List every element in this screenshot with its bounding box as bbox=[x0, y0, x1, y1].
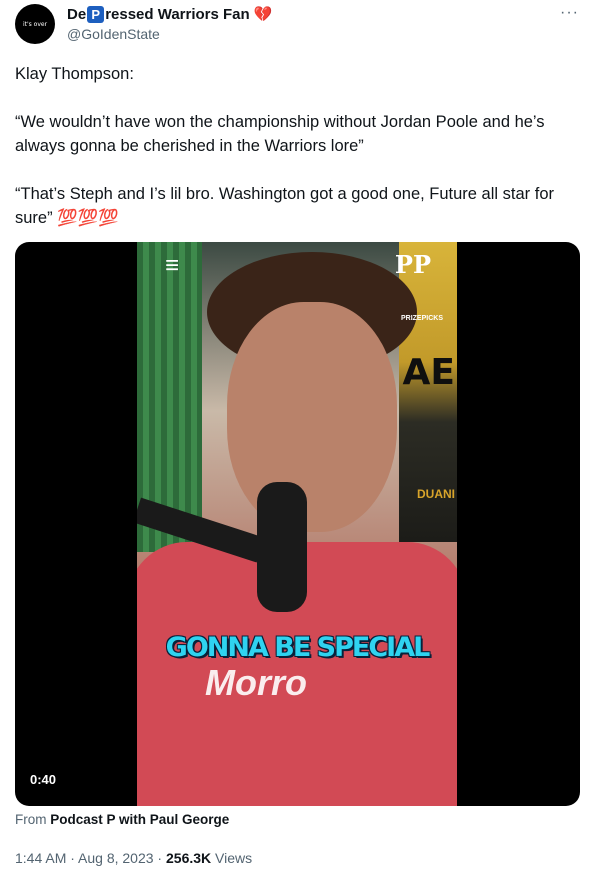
face bbox=[227, 302, 397, 532]
media-source: From Podcast P with Paul George bbox=[15, 812, 229, 827]
tweet-text: Klay Thompson: “We wouldn’t have won the… bbox=[15, 65, 554, 227]
video-caption: GONNA BE SPECIAL bbox=[165, 632, 431, 663]
views-label: Views bbox=[211, 850, 253, 866]
parking-badge-icon: P bbox=[87, 5, 105, 23]
broken-heart-icon: 💔 bbox=[253, 6, 273, 23]
more-options-icon[interactable]: ··· bbox=[560, 4, 579, 22]
podcast-logo-icon: PP bbox=[394, 250, 431, 279]
avatar[interactable]: it's over bbox=[15, 4, 55, 44]
poster-subtext: DUANI bbox=[417, 487, 455, 501]
video-player[interactable]: AE DUANI Morro ≡ PP PRIZEPICKS GONNA BE … bbox=[15, 242, 580, 806]
shirt-text: Morro bbox=[205, 662, 307, 703]
timestamp[interactable]: 1:44 AM · Aug 8, 2023 · bbox=[15, 850, 166, 866]
video-frame[interactable]: AE DUANI Morro ≡ PP PRIZEPICKS GONNA BE … bbox=[137, 242, 457, 806]
source-link[interactable]: Podcast P with Paul George bbox=[50, 812, 229, 827]
user-handle[interactable]: @GoIdenState bbox=[67, 26, 160, 42]
name-suffix: ressed Warriors Fan bbox=[105, 5, 250, 23]
name-prefix: De bbox=[67, 5, 87, 23]
display-name[interactable]: De Pressed Warriors Fan 💔 bbox=[67, 5, 272, 23]
tweet-header: it's over De Pressed Warriors Fan 💔 @GoIde… bbox=[15, 4, 581, 48]
source-prefix: From bbox=[15, 812, 47, 827]
poster-text: AE bbox=[402, 352, 455, 393]
channel-logo-icon: ≡ bbox=[165, 252, 180, 279]
view-count: 256.3K bbox=[166, 850, 212, 866]
microphone bbox=[257, 482, 307, 612]
tweet-meta: 1:44 AM · Aug 8, 2023 · 256.3K Views bbox=[15, 850, 252, 866]
video-duration: 0:40 bbox=[30, 772, 57, 787]
sponsor-label: PRIZEPICKS bbox=[400, 315, 443, 322]
